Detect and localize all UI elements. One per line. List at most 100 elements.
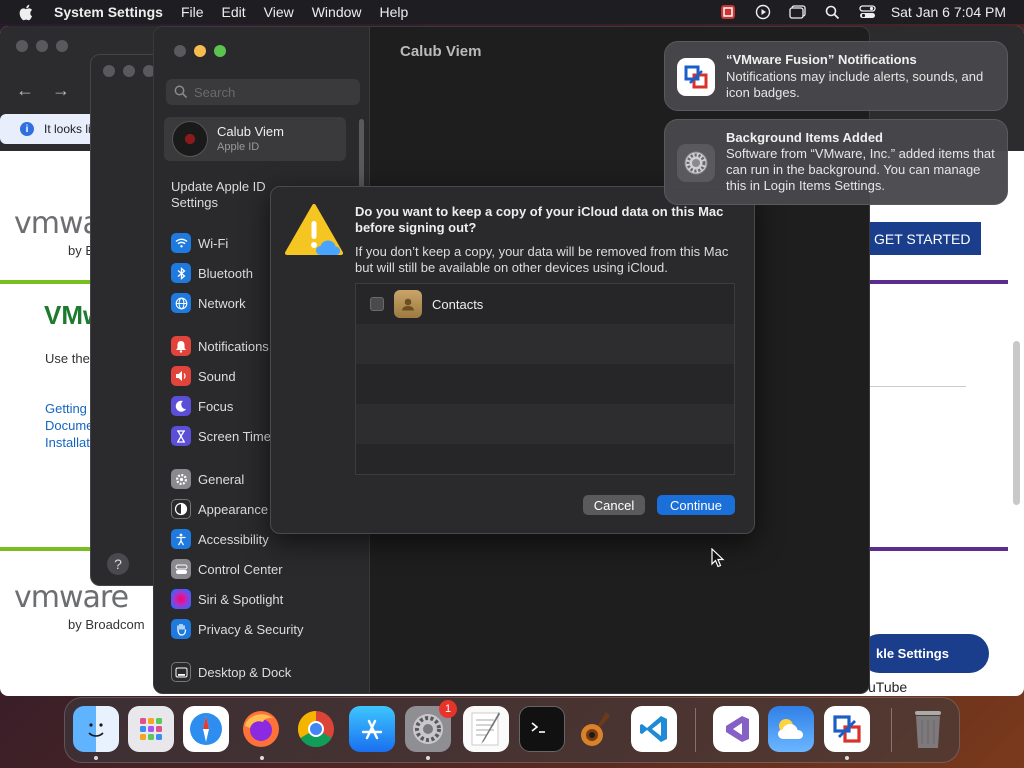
window-title: Calub Viem <box>400 43 482 60</box>
green-divider-2 <box>0 547 100 551</box>
apple-id-account[interactable]: Calub Viem Apple ID <box>164 117 346 161</box>
dock-separator <box>891 708 892 752</box>
back-minimize-button[interactable] <box>123 65 135 77</box>
terminal-icon[interactable] <box>519 706 565 752</box>
vmware-fusion-icon[interactable] <box>824 706 870 752</box>
notification-vmware[interactable]: “VMware Fusion” Notifications Notificati… <box>664 41 1008 111</box>
sidebar-item-accessibility[interactable]: Accessibility <box>171 528 269 550</box>
vmware-fusion-icon[interactable] <box>719 3 737 21</box>
purple-divider-2 <box>870 547 1008 551</box>
running-indicator <box>426 756 430 760</box>
wifi-icon <box>171 233 191 253</box>
list-empty-row <box>356 404 734 444</box>
get-started-button[interactable]: GET STARTED <box>860 222 981 255</box>
running-indicator <box>260 756 264 760</box>
back-close-button[interactable] <box>103 65 115 77</box>
warning-icon <box>285 204 343 255</box>
menu-window[interactable]: Window <box>312 4 362 20</box>
link-installat[interactable]: Installat <box>45 434 90 451</box>
chrome-icon[interactable] <box>293 706 339 752</box>
settings-pill-button[interactable]: kle Settings <box>860 634 989 673</box>
get-started-label: GET STARTED <box>874 230 971 247</box>
minimize-button[interactable] <box>36 40 48 52</box>
sidebar-item-network[interactable]: Network <box>171 292 246 314</box>
contacts-icon <box>394 290 422 318</box>
sidebar-item-label: Screen Time <box>198 428 271 444</box>
control-center-icon[interactable] <box>859 3 877 21</box>
apple-menu-icon[interactable] <box>18 4 38 21</box>
play-circle-icon[interactable] <box>754 3 772 21</box>
settings-zoom-button[interactable] <box>214 45 226 57</box>
info-text: It looks li <box>44 122 91 136</box>
menu-view[interactable]: View <box>264 4 294 20</box>
siri-icon <box>171 589 191 609</box>
launchpad-icon[interactable] <box>128 706 174 752</box>
vscode-icon[interactable] <box>631 706 677 752</box>
safari-icon[interactable] <box>183 706 229 752</box>
sidebar-item-label: Focus <box>198 398 234 414</box>
menu-clock[interactable]: Sat Jan 6 7:04 PM <box>891 4 1006 20</box>
notification-background-items[interactable]: Background Items Added Software from “VM… <box>664 119 1008 205</box>
sidebar-item-screen-time[interactable]: Screen Time <box>171 425 271 447</box>
continue-button[interactable]: Continue <box>657 495 735 515</box>
sidebar-item-control-center[interactable]: Control Center <box>171 558 283 580</box>
link-getting[interactable]: Getting <box>45 400 87 417</box>
help-button[interactable]: ? <box>107 553 129 575</box>
settings-minimize-button[interactable] <box>194 45 206 57</box>
sidebar-item-label: Notifications <box>198 338 269 354</box>
link-docume[interactable]: Docume <box>45 417 93 434</box>
list-empty-row <box>356 324 734 364</box>
menu-help[interactable]: Help <box>380 4 409 20</box>
menu-file[interactable]: File <box>181 4 204 20</box>
app-store-icon[interactable] <box>349 706 395 752</box>
search-icon <box>174 85 188 99</box>
green-divider <box>0 280 100 284</box>
sidebar-item-appearance[interactable]: Appearance <box>171 498 268 520</box>
menu-edit[interactable]: Edit <box>222 4 246 20</box>
firefox-icon[interactable] <box>238 706 284 752</box>
sidebar-item-siri-spotlight[interactable]: Siri & Spotlight <box>171 588 283 610</box>
list-item-label: Contacts <box>432 296 484 312</box>
textedit-icon[interactable] <box>463 706 509 752</box>
visual-studio-icon[interactable] <box>713 706 759 752</box>
zoom-button[interactable] <box>56 40 68 52</box>
list-item-contacts[interactable]: Contacts <box>356 284 734 324</box>
browser-scrollbar[interactable] <box>1013 341 1020 505</box>
settings-traffic-lights <box>174 45 226 57</box>
settings-close-button[interactable] <box>174 45 186 57</box>
sidebar-item-desktop-dock[interactable]: Desktop & Dock <box>171 661 291 683</box>
notification-body: Software from “VMware, Inc.” added items… <box>726 146 995 193</box>
sidebar-item-general[interactable]: General <box>171 468 244 490</box>
trash-icon[interactable] <box>905 706 951 752</box>
sidebar-item-label: Accessibility <box>198 531 269 547</box>
sidebar-item-notifications[interactable]: Notifications <box>171 335 269 357</box>
sidebar-item-focus[interactable]: Focus <box>171 395 233 417</box>
sidebar-item-wifi[interactable]: Wi-Fi <box>171 232 228 254</box>
sidebar-item-bluetooth[interactable]: Bluetooth <box>171 262 253 284</box>
close-button[interactable] <box>16 40 28 52</box>
vmware-fusion-icon <box>677 58 715 96</box>
hand-icon <box>171 619 191 639</box>
system-settings-icon[interactable]: 1 <box>405 700 457 752</box>
update-apple-id-link[interactable]: Update Apple ID Settings <box>171 179 281 211</box>
gray-divider <box>870 386 966 387</box>
sidebar-item-label: Siri & Spotlight <box>198 591 284 607</box>
sidebar-item-label: Sound <box>198 368 236 384</box>
notification-body: Notifications may include alerts, sounds… <box>726 69 984 100</box>
sidebar-item-sound[interactable]: Sound <box>171 365 236 387</box>
search-input[interactable] <box>194 84 354 100</box>
sidebar-item-label: Network <box>198 295 246 311</box>
sidebar-item-privacy-security[interactable]: Privacy & Security <box>171 618 303 640</box>
menu-app-name[interactable]: System Settings <box>54 4 163 20</box>
control-center-icon <box>171 559 191 579</box>
garageband-icon[interactable] <box>574 706 620 752</box>
weather-icon[interactable] <box>768 706 814 752</box>
finder-icon[interactable] <box>73 706 119 752</box>
back-arrow-icon[interactable]: ← <box>16 80 34 101</box>
gear-icon <box>171 469 191 489</box>
window-icon[interactable] <box>789 3 807 21</box>
forward-arrow-icon[interactable]: → <box>52 80 70 101</box>
contacts-checkbox[interactable] <box>370 297 384 311</box>
search-icon[interactable] <box>824 3 842 21</box>
cancel-button[interactable]: Cancel <box>583 495 645 515</box>
